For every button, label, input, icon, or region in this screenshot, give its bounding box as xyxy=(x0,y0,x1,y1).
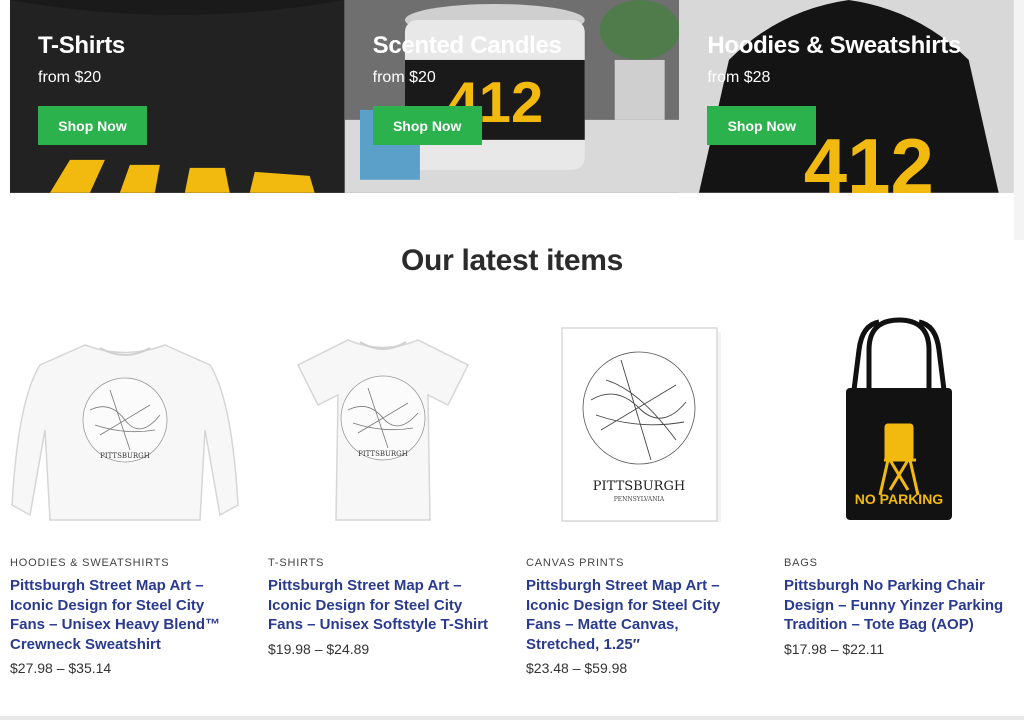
product-title[interactable]: Pittsburgh Street Map Art – Iconic Desig… xyxy=(526,576,756,654)
page-scroll-edge xyxy=(1014,0,1024,240)
banner-title: T-Shirts xyxy=(38,32,125,59)
canvas-print-image: PITTSBURGH PENNSYLVANIA xyxy=(561,327,721,522)
product-title[interactable]: Pittsburgh Street Map Art – Iconic Desig… xyxy=(268,576,498,635)
product-image[interactable]: PITTSBURGH xyxy=(268,310,498,540)
no-parking-graphic-text: NO PARKING xyxy=(855,491,944,507)
banner-price-from: from $20 xyxy=(38,69,102,86)
shop-now-button[interactable]: Shop Now xyxy=(38,106,147,145)
product-card[interactable]: PITTSBURGH PENNSYLVANIA CANVAS PRINTS Pi… xyxy=(526,310,756,676)
product-card[interactable]: PITTSBURGH T-SHIRTS Pittsburgh Street Ma… xyxy=(268,310,498,676)
product-image[interactable]: PITTSBURGH xyxy=(10,310,240,540)
product-grid: PITTSBURGH HOODIES & SWEATSHIRTS Pittsbu… xyxy=(10,310,1014,676)
shop-now-button[interactable]: Shop Now xyxy=(707,106,817,145)
product-image[interactable]: PITTSBURGH PENNSYLVANIA xyxy=(526,310,756,540)
product-category[interactable]: HOODIES & SWEATSHIRTS xyxy=(10,557,240,569)
shop-now-button[interactable]: Shop Now xyxy=(372,106,482,145)
product-price: $27.98 – $35.14 xyxy=(10,660,112,676)
product-price: $23.48 – $59.98 xyxy=(526,660,628,676)
banner-price-from: from $20 xyxy=(372,69,436,86)
section-divider xyxy=(0,716,1024,720)
pittsburgh-graphic-text: PITTSBURGH xyxy=(100,452,150,460)
product-card[interactable]: NO PARKING BAGS Pittsburgh No Parking Ch… xyxy=(784,310,1014,676)
product-price: $19.98 – $24.89 xyxy=(268,640,370,657)
product-image[interactable]: NO PARKING xyxy=(784,310,1014,540)
pittsburgh-graphic-text: PITTSBURGH xyxy=(358,450,408,458)
section-title: Our latest items xyxy=(401,244,623,277)
tote-bag-image: NO PARKING xyxy=(846,317,952,520)
tshirt-image: PITTSBURGH xyxy=(296,339,470,521)
product-category[interactable]: CANVAS PRINTS xyxy=(526,557,756,569)
banner-tshirts[interactable]: T-Shirts from $20 Shop Now xyxy=(10,0,345,193)
product-title[interactable]: Pittsburgh No Parking Chair Design – Fun… xyxy=(784,576,1014,635)
banner-hoodies-sweatshirts[interactable]: 412 Hoodies & Sweatshirts from $28 Shop … xyxy=(679,0,1014,193)
category-banners: T-Shirts from $20 Shop Now 412 Scented C… xyxy=(10,0,1014,193)
pennsylvania-graphic-text: PENNSYLVANIA xyxy=(614,496,665,503)
banner-title: Scented Candles xyxy=(372,32,562,59)
product-price: $17.98 – $22.11 xyxy=(784,640,885,657)
pittsburgh-graphic-text: PITTSBURGH xyxy=(593,479,685,494)
product-category[interactable]: BAGS xyxy=(784,557,1014,569)
sweatshirt-image: PITTSBURGH xyxy=(11,344,239,521)
product-card[interactable]: PITTSBURGH HOODIES & SWEATSHIRTS Pittsbu… xyxy=(10,310,240,676)
banner-scented-candles[interactable]: 412 Scented Candles from $20 Shop Now xyxy=(344,0,680,193)
product-category[interactable]: T-SHIRTS xyxy=(268,557,498,569)
product-title[interactable]: Pittsburgh Street Map Art – Iconic Desig… xyxy=(10,576,240,654)
banner-title: Hoodies & Sweatshirts xyxy=(707,32,962,59)
banner-price-from: from $28 xyxy=(707,69,771,86)
